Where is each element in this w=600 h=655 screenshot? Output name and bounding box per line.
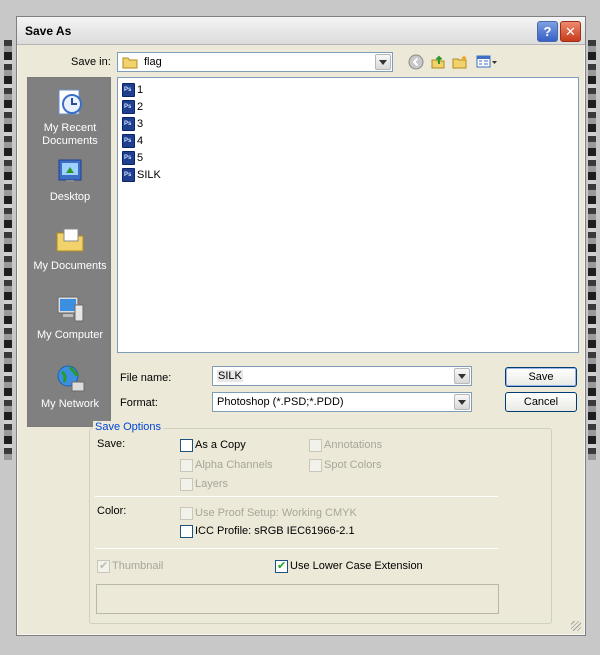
file-name: 2 — [137, 101, 144, 113]
place-label: Desktop — [49, 191, 91, 203]
photoshop-file-icon — [122, 134, 135, 148]
spot-colors-checkbox[interactable] — [309, 459, 322, 472]
back-icon[interactable] — [406, 53, 426, 71]
icc-profile-label: ICC Profile: sRGB IEC61966-2.1 — [195, 525, 355, 537]
file-list[interactable]: 1 2 3 4 5 SILK — [117, 77, 579, 353]
layers-label: Layers — [195, 478, 229, 490]
alpha-channels-label: Alpha Channels — [195, 459, 273, 471]
new-folder-icon[interactable] — [450, 53, 470, 71]
file-name: 3 — [137, 118, 144, 130]
layers-checkbox[interactable] — [180, 478, 193, 491]
my-documents-icon — [54, 224, 86, 256]
background-right-edge — [588, 40, 596, 460]
save-options-legend: Save Options — [93, 421, 164, 433]
file-name: 5 — [137, 152, 144, 164]
photoshop-file-icon — [122, 100, 135, 114]
color-section-label: Color: — [97, 505, 127, 517]
save-as-dialog: Save As ? ✕ Save in: flag My Recent Docu… — [16, 16, 586, 636]
save-in-label: Save in: — [71, 56, 111, 68]
place-label: My Computer — [36, 329, 104, 341]
chevron-down-icon[interactable] — [454, 394, 470, 410]
file-name: 4 — [137, 135, 144, 147]
annotations-checkbox[interactable] — [309, 439, 322, 452]
chevron-down-icon[interactable] — [375, 54, 391, 70]
background-left-edge — [4, 40, 12, 460]
title-bar[interactable]: Save As ? ✕ — [17, 17, 585, 45]
file-item[interactable]: 5 — [122, 150, 143, 166]
chevron-down-icon[interactable] — [454, 368, 470, 384]
file-name: 1 — [137, 84, 144, 96]
format-value: Photoshop (*.PSD;*.PDD) — [217, 396, 344, 408]
divider — [95, 496, 498, 497]
divider — [95, 548, 498, 549]
save-button[interactable]: Save — [505, 367, 577, 387]
file-item[interactable]: 3 — [122, 116, 143, 132]
use-proof-setup-label: Use Proof Setup: Working CMYK — [195, 507, 357, 519]
photoshop-file-icon — [122, 151, 135, 165]
save-in-combobox[interactable]: flag — [117, 52, 393, 72]
desktop-icon — [54, 155, 86, 187]
thumbnail-label: Thumbnail — [112, 560, 164, 572]
place-my-recent-documents[interactable]: My Recent Documents — [28, 86, 112, 148]
file-name-label: File name: — [120, 372, 172, 384]
place-my-documents[interactable]: My Documents — [28, 224, 112, 273]
file-name-field[interactable]: SILK — [212, 366, 472, 386]
cancel-button[interactable]: Cancel — [505, 392, 577, 412]
place-desktop[interactable]: Desktop — [28, 155, 112, 204]
my-network-icon — [54, 362, 86, 394]
folder-icon — [122, 56, 138, 72]
help-button[interactable]: ? — [537, 21, 558, 42]
place-label: My Recent Documents — [42, 122, 98, 147]
views-menu-icon[interactable] — [475, 53, 499, 71]
checkmark-icon: ✔ — [99, 560, 109, 572]
lower-case-extension-label: Use Lower Case Extension — [290, 560, 423, 572]
icc-profile-checkbox[interactable] — [180, 525, 193, 538]
places-bar: My Recent Documents Desktop My Documents… — [27, 77, 111, 427]
save-in-value: flag — [144, 56, 162, 68]
photoshop-file-icon — [122, 168, 135, 182]
as-a-copy-checkbox[interactable] — [180, 439, 193, 452]
as-a-copy-label: As a Copy — [195, 439, 246, 451]
spot-colors-label: Spot Colors — [324, 459, 382, 471]
use-proof-setup-checkbox[interactable] — [180, 507, 193, 520]
save-section-label: Save: — [97, 438, 126, 450]
place-label: My Network — [40, 398, 100, 410]
annotations-label: Annotations — [324, 439, 383, 451]
message-well — [96, 584, 499, 614]
place-my-computer[interactable]: My Computer — [28, 293, 112, 342]
file-name: SILK — [137, 169, 161, 181]
close-button[interactable]: ✕ — [560, 21, 581, 42]
file-item[interactable]: 2 — [122, 99, 143, 115]
photoshop-file-icon — [122, 83, 135, 97]
my-computer-icon — [54, 293, 86, 325]
resize-grip-icon[interactable] — [571, 621, 581, 631]
recent-documents-icon — [54, 86, 86, 118]
up-folder-icon[interactable] — [428, 53, 448, 71]
file-item[interactable]: SILK — [122, 167, 161, 183]
checkmark-icon: ✔ — [277, 560, 287, 572]
file-item[interactable]: 1 — [122, 82, 143, 98]
thumbnail-checkbox[interactable]: ✔ — [97, 560, 110, 573]
file-name-value: SILK — [217, 370, 243, 382]
format-select[interactable]: Photoshop (*.PSD;*.PDD) — [212, 392, 472, 412]
dialog-title: Save As — [25, 24, 72, 38]
lower-case-extension-checkbox[interactable]: ✔ — [275, 560, 288, 573]
file-item[interactable]: 4 — [122, 133, 143, 149]
photoshop-file-icon — [122, 117, 135, 131]
place-my-network[interactable]: My Network — [28, 362, 112, 411]
format-label: Format: — [120, 397, 158, 409]
alpha-channels-checkbox[interactable] — [180, 459, 193, 472]
place-label: My Documents — [33, 260, 107, 272]
